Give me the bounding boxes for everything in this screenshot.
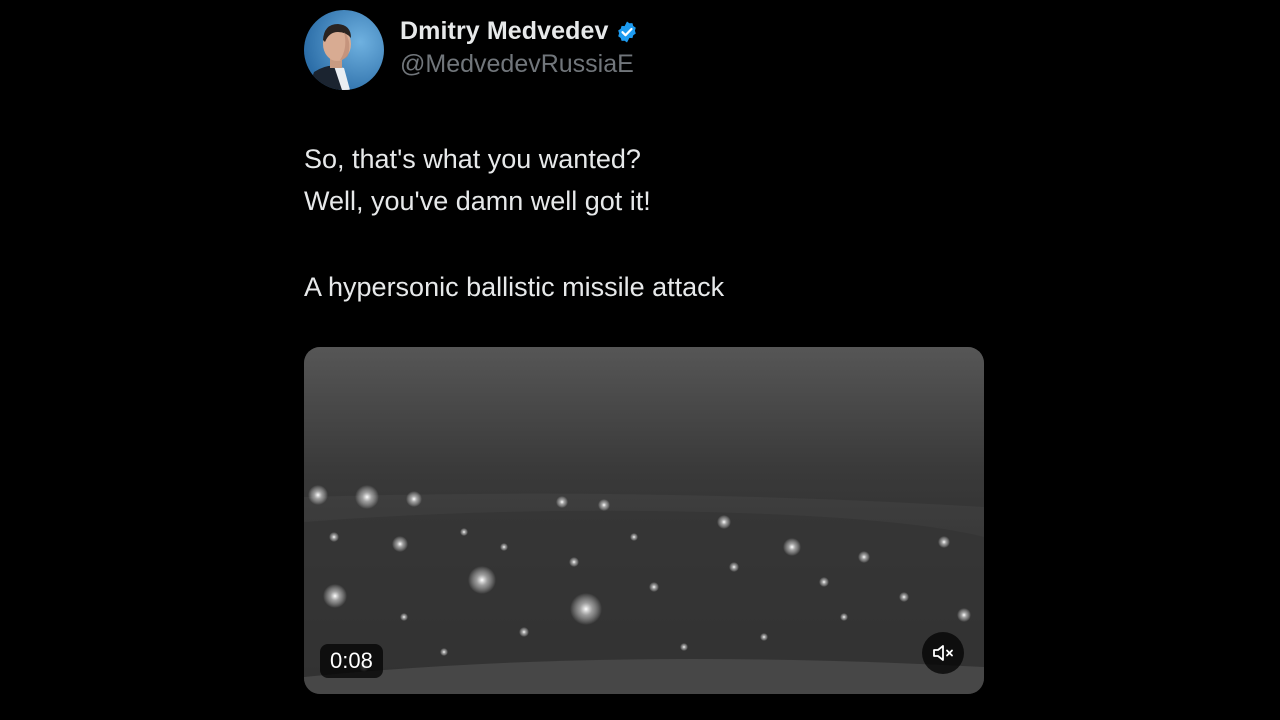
handle[interactable]: @MedvedevRussiaE (400, 50, 639, 79)
screen: Dmitry Medvedev @MedvedevRussiaE So, tha… (0, 0, 1280, 720)
video-player[interactable]: 0:08 (304, 347, 984, 694)
tweet-text: So, that's what you wanted? Well, you've… (304, 138, 984, 308)
tweet-text-line-1: So, that's what you wanted? (304, 144, 641, 174)
user-portrait-icon (304, 10, 384, 90)
display-name[interactable]: Dmitry Medvedev (400, 17, 609, 46)
tweet-text-line-3 (304, 222, 984, 266)
tweet-text-line-2: Well, you've damn well got it! (304, 186, 651, 216)
avatar[interactable] (304, 10, 384, 90)
night-city-video-frame (304, 347, 984, 694)
tweet-text-line-4: A hypersonic ballistic missile attack (304, 272, 725, 302)
name-row: Dmitry Medvedev (400, 17, 639, 46)
verified-badge-icon (615, 20, 639, 44)
speaker-muted-icon (933, 645, 953, 661)
tweet-card: Dmitry Medvedev @MedvedevRussiaE So, tha… (304, 10, 984, 308)
mute-toggle-button[interactable] (922, 632, 964, 674)
video-timestamp: 0:08 (320, 644, 383, 678)
author-info: Dmitry Medvedev @MedvedevRussiaE (400, 17, 639, 79)
tweet-header: Dmitry Medvedev @MedvedevRussiaE (304, 10, 984, 90)
